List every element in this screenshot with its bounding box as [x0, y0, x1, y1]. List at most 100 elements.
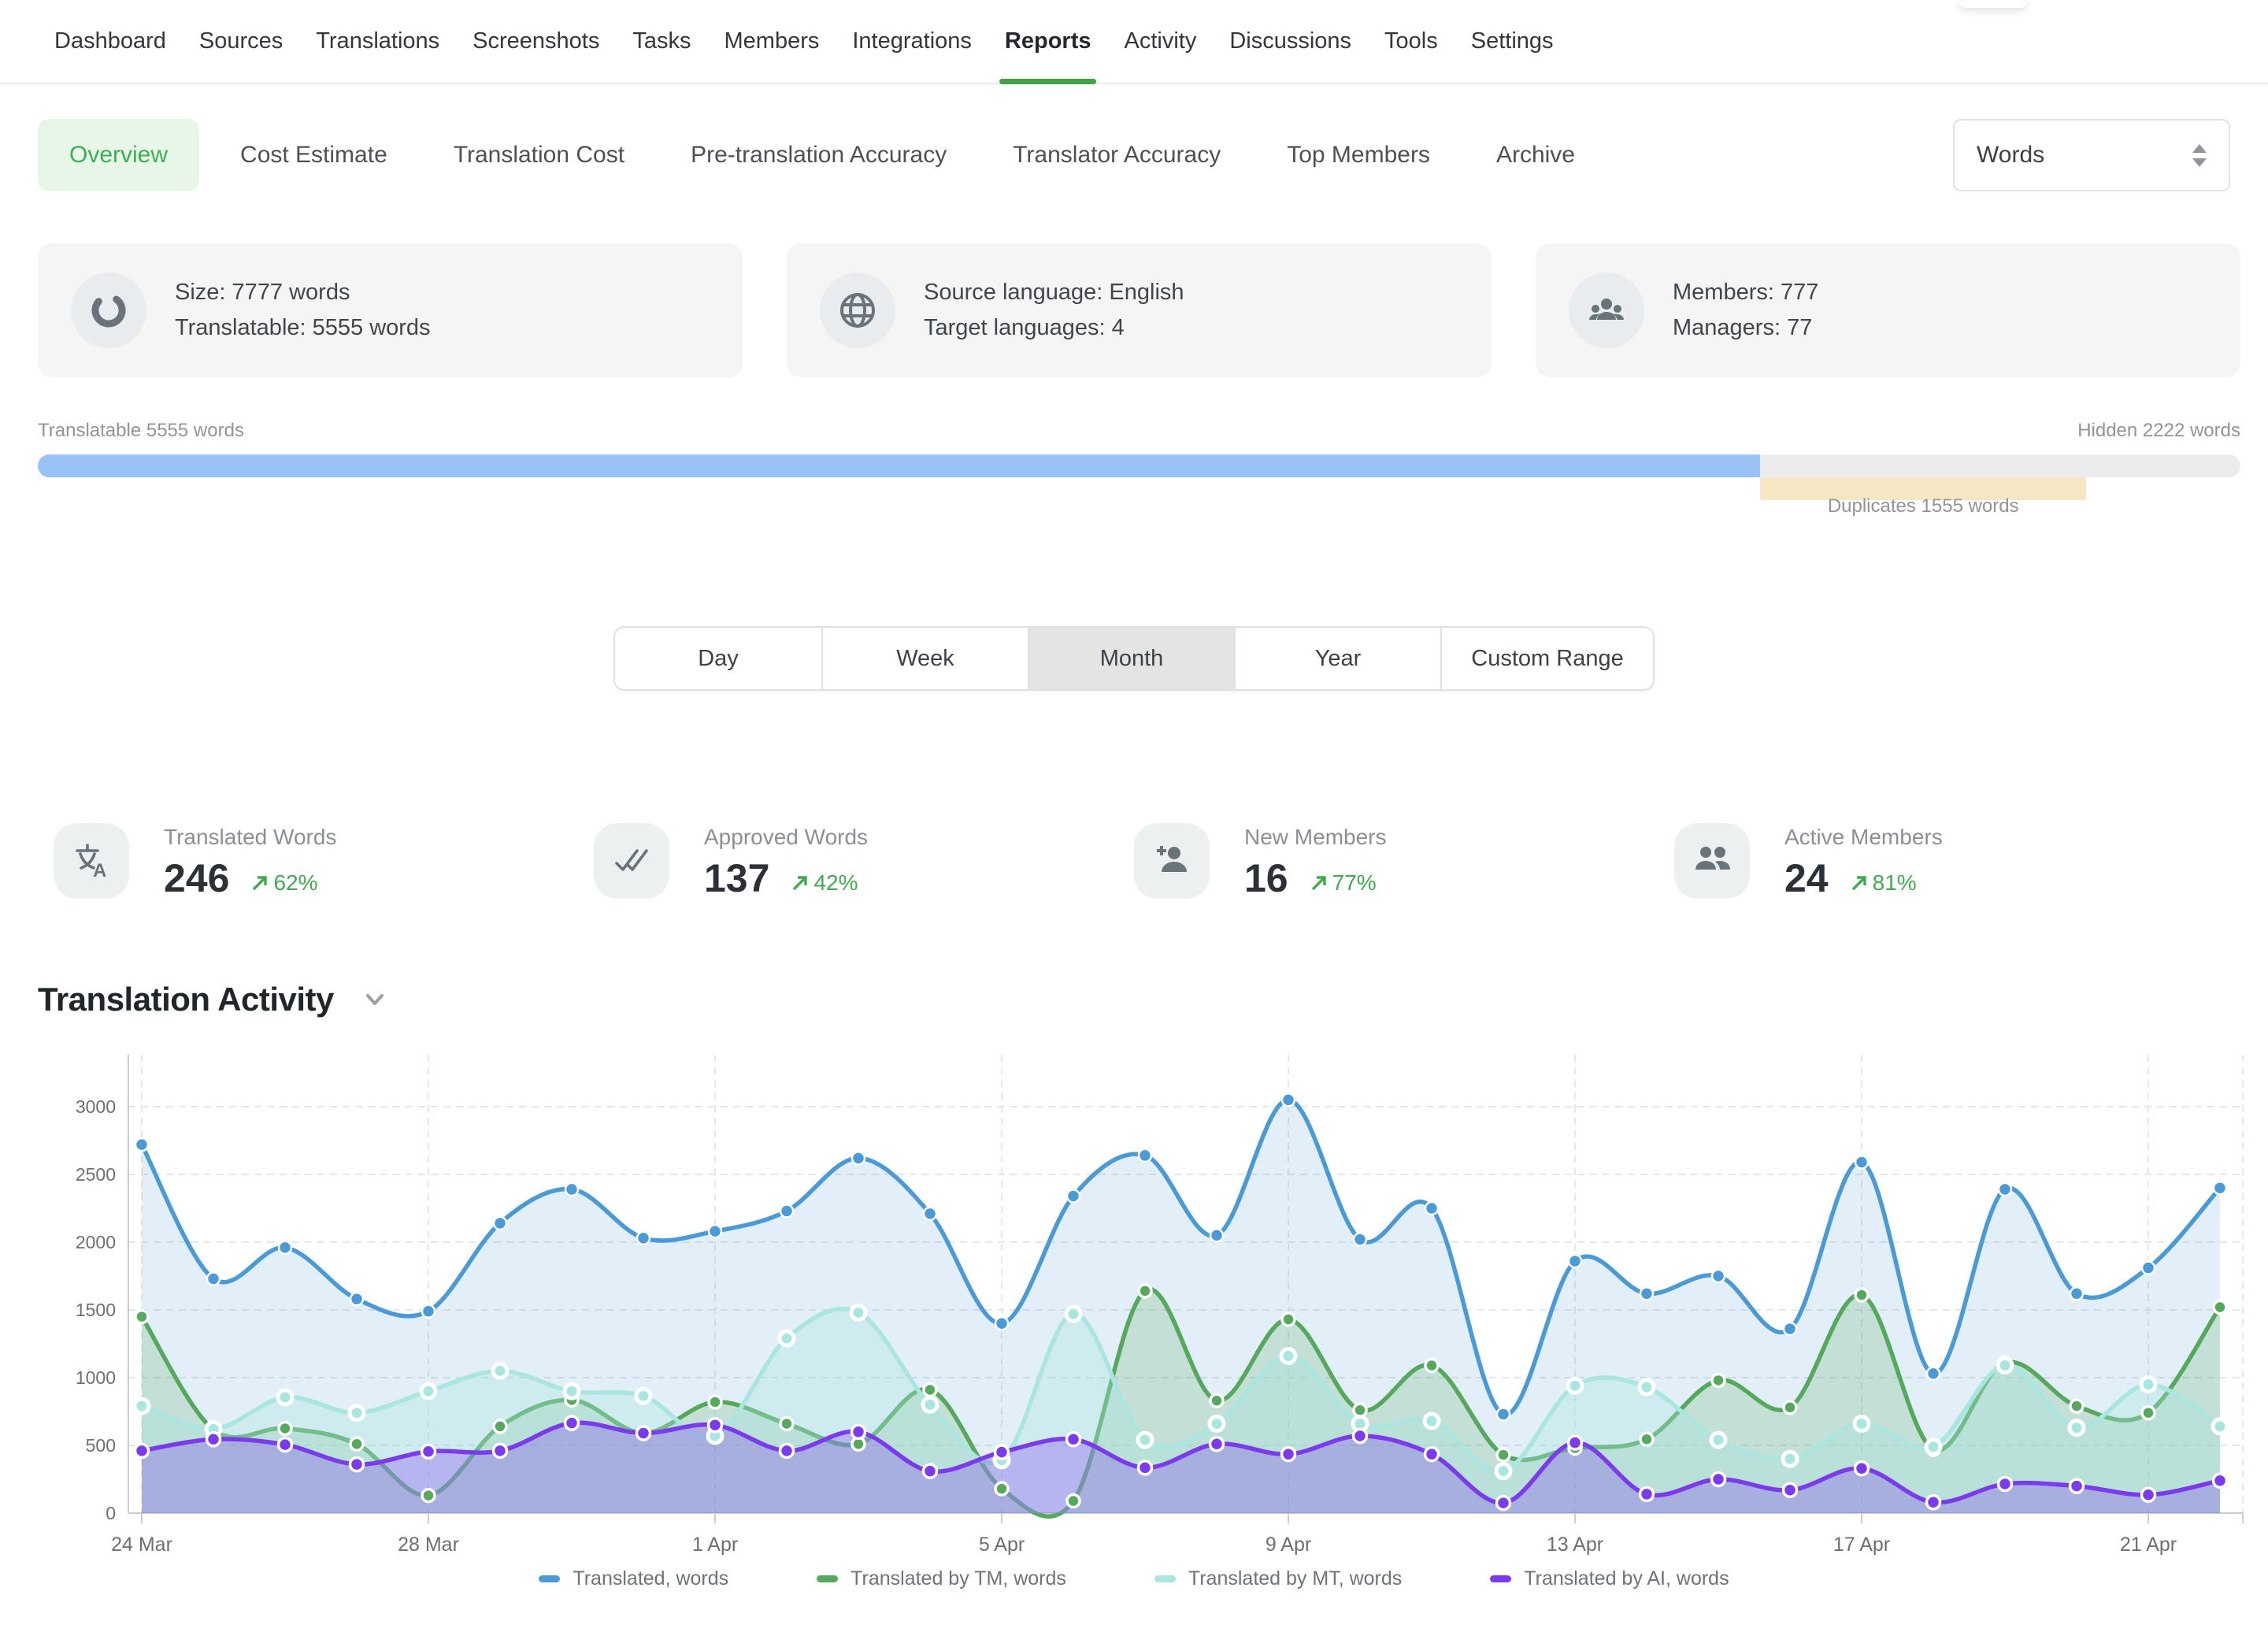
activity-header: Translation Activity	[38, 981, 2230, 1018]
report-tab-pre-translation-accuracy[interactable]: Pre-translation Accuracy	[691, 142, 947, 169]
legend-label: Translated by AI, words	[1524, 1567, 1729, 1590]
report-tab-archive[interactable]: Archive	[1496, 142, 1575, 169]
translate-icon: A	[54, 823, 129, 899]
progress-ring-icon	[71, 273, 146, 348]
nav-item-screenshots[interactable]: Screenshots	[456, 0, 616, 83]
chart-svg: 05001000150020002500300024 Mar28 Mar1 Ap…	[0, 1048, 2268, 1560]
nav-item-discussions[interactable]: Discussions	[1213, 0, 1368, 83]
svg-text:17 Apr: 17 Apr	[1833, 1534, 1890, 1556]
stat-delta: 62%	[250, 870, 317, 896]
duplicates-label: Duplicates 1555 words	[1828, 495, 2019, 517]
legend-label: Translated by MT, words	[1188, 1567, 1402, 1590]
stat-label: Approved Words	[704, 825, 868, 850]
card-size-line1: Size: 7777 words	[175, 275, 431, 310]
translatable-bar	[38, 454, 1760, 477]
svg-text:13 Apr: 13 Apr	[1547, 1534, 1603, 1556]
range-button-month[interactable]: Month	[1028, 628, 1234, 689]
cutoff-popup	[1959, 0, 2028, 8]
summary-card-members: Members: 777 Managers: 77	[1536, 243, 2240, 377]
range-button-group: DayWeekMonthYearCustom Range	[613, 626, 1655, 691]
legend-item[interactable]: Translated by AI, words	[1490, 1567, 1729, 1590]
stat-approved-words: Approved Words 137 42%	[594, 823, 1134, 899]
stat-value: 246	[164, 858, 229, 899]
report-tab-translator-accuracy[interactable]: Translator Accuracy	[1013, 142, 1221, 169]
card-members-line2: Managers: 77	[1673, 310, 1818, 346]
stat-active-members: Active Members 24 81%	[1674, 823, 2214, 899]
nav-item-activity[interactable]: Activity	[1107, 0, 1213, 83]
trend-up-icon	[250, 873, 270, 893]
people-icon	[1674, 823, 1750, 899]
summary-card-languages: Source language: English Target language…	[787, 243, 1492, 377]
nav-item-members[interactable]: Members	[708, 0, 836, 83]
card-members-line1: Members: 777	[1673, 275, 1818, 310]
globe-icon	[820, 273, 895, 348]
legend-item[interactable]: Translated by TM, words	[817, 1567, 1066, 1590]
progress-track	[38, 454, 2240, 477]
chevron-down-icon[interactable]	[359, 984, 391, 1015]
svg-text:1 Apr: 1 Apr	[692, 1534, 738, 1556]
svg-text:24 Mar: 24 Mar	[111, 1534, 172, 1556]
report-tabs: Overview Cost Estimate Translation Cost Pre…	[38, 119, 2230, 191]
svg-text:1000: 1000	[76, 1367, 116, 1388]
stat-delta: 42%	[790, 870, 858, 896]
legend-label: Translated by TM, words	[850, 1567, 1066, 1590]
stat-translated-words: A Translated Words 246 62%	[54, 823, 594, 899]
kpi-stats: A Translated Words 246 62% Approved Word…	[54, 823, 2214, 899]
range-button-day[interactable]: Day	[615, 628, 821, 689]
report-tab-cost-estimate[interactable]: Cost Estimate	[240, 142, 387, 169]
stat-value: 16	[1244, 858, 1288, 899]
legend-swatch	[539, 1575, 560, 1582]
stat-label: Translated Words	[164, 825, 336, 850]
trend-up-icon	[790, 873, 810, 893]
stat-value: 137	[704, 858, 769, 899]
top-nav: DashboardSourcesTranslationsScreenshotsT…	[0, 0, 2268, 84]
stat-value: 24	[1784, 858, 1829, 899]
nav-item-sources[interactable]: Sources	[183, 0, 299, 83]
range-button-week[interactable]: Week	[821, 628, 1028, 689]
svg-text:2500: 2500	[76, 1164, 116, 1185]
svg-text:5 Apr: 5 Apr	[979, 1534, 1025, 1556]
report-tab-top-members[interactable]: Top Members	[1287, 142, 1430, 169]
card-size-line2: Translatable: 5555 words	[175, 310, 431, 346]
report-tab-translation-cost[interactable]: Translation Cost	[454, 142, 624, 169]
nav-item-tasks[interactable]: Tasks	[616, 0, 707, 83]
translatable-label: Translatable 5555 words	[38, 420, 244, 442]
legend-swatch	[817, 1575, 838, 1582]
range-button-year[interactable]: Year	[1234, 628, 1440, 689]
nav-item-translations[interactable]: Translations	[299, 0, 456, 83]
stat-label: New Members	[1244, 825, 1386, 850]
hidden-label: Hidden 2222 words	[2077, 420, 2240, 442]
legend-swatch	[1490, 1575, 1511, 1582]
nav-item-settings[interactable]: Settings	[1455, 0, 1570, 83]
legend-swatch	[1154, 1575, 1176, 1582]
nav-item-dashboard[interactable]: Dashboard	[38, 0, 183, 83]
nav-item-tools[interactable]: Tools	[1368, 0, 1455, 83]
legend-item[interactable]: Translated by MT, words	[1154, 1567, 1402, 1590]
legend-label: Translated, words	[573, 1567, 728, 1590]
nav-item-reports[interactable]: Reports	[988, 0, 1108, 83]
card-languages-line2: Target languages: 4	[924, 310, 1184, 346]
sort-arrows-icon	[2192, 144, 2207, 167]
stat-delta: 81%	[1849, 870, 1917, 896]
legend-item[interactable]: Translated, words	[539, 1567, 728, 1590]
svg-text:28 Mar: 28 Mar	[398, 1534, 459, 1556]
trend-up-icon	[1309, 873, 1329, 893]
svg-text:2000: 2000	[76, 1232, 116, 1252]
summary-card-size: Size: 7777 words Translatable: 5555 word…	[38, 243, 743, 377]
range-button-custom-range[interactable]: Custom Range	[1440, 628, 1653, 689]
members-icon	[1569, 273, 1644, 348]
svg-text:0: 0	[106, 1503, 116, 1523]
double-check-icon	[594, 823, 669, 899]
report-tab-overview[interactable]: Overview	[38, 119, 199, 191]
unit-select[interactable]: Words	[1953, 119, 2230, 191]
svg-text:9 Apr: 9 Apr	[1266, 1534, 1311, 1556]
range-row: DayWeekMonthYearCustom Range	[0, 626, 2268, 691]
stat-label: Active Members	[1784, 825, 1943, 850]
unit-select-value: Words	[1977, 142, 2044, 169]
svg-text:A: A	[93, 860, 106, 881]
card-languages-line1: Source language: English	[924, 275, 1184, 310]
svg-text:1500: 1500	[76, 1300, 116, 1320]
nav-item-integrations[interactable]: Integrations	[836, 0, 988, 83]
svg-text:3000: 3000	[76, 1096, 116, 1117]
translation-activity-chart: 05001000150020002500300024 Mar28 Mar1 Ap…	[0, 1048, 2268, 1590]
